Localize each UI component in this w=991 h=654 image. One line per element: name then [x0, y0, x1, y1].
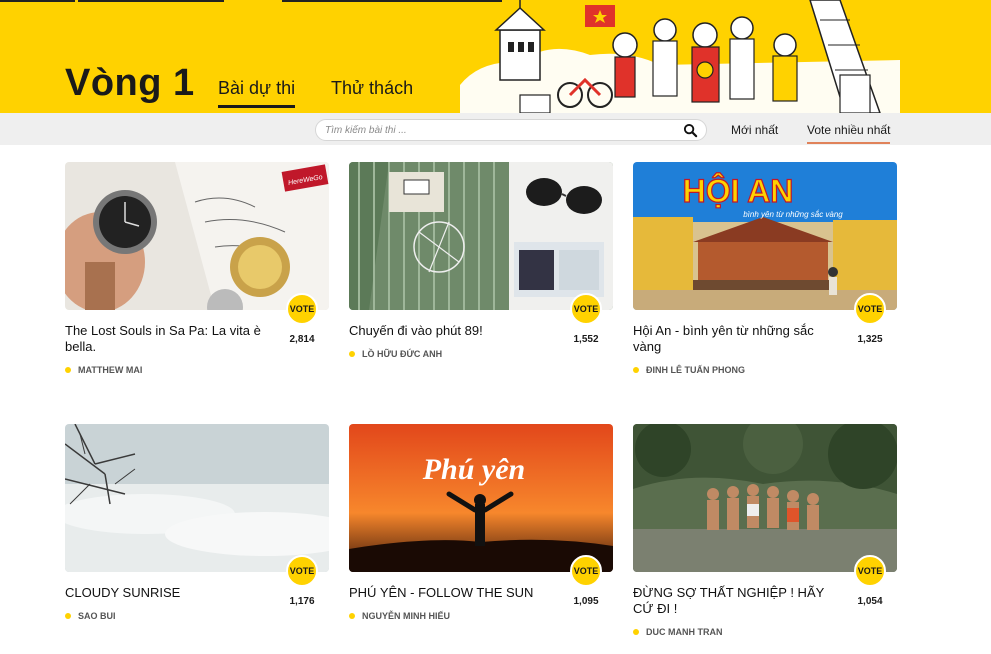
- search-icon[interactable]: [683, 123, 698, 138]
- author-dot-icon: [65, 367, 71, 373]
- author-name[interactable]: LỒ HỮU ĐỨC ANH: [362, 349, 442, 359]
- thumb-title: HỘI AN: [683, 173, 794, 209]
- tab-challenges[interactable]: Thử thách: [331, 78, 413, 99]
- thumb-title: Phú yên: [422, 453, 526, 486]
- vote-button[interactable]: VOTE: [570, 293, 602, 325]
- entry-card[interactable]: VOTE 1,552 Chuyến đi vào phút 89! LỒ HỮU…: [349, 162, 613, 382]
- top-nav-indicator: [0, 0, 75, 2]
- entry-thumbnail[interactable]: [633, 424, 897, 572]
- sort-newest[interactable]: Mới nhất: [731, 123, 778, 137]
- author-dot-icon: [349, 351, 355, 357]
- entry-card[interactable]: Phú yên VOTE 1,095 PHÚ YÊN - FOLLOW THE …: [349, 424, 613, 644]
- vote-count: 1,054: [857, 596, 883, 607]
- vote-count: 2,814: [289, 334, 315, 345]
- entry-author: DUC MANH TRAN: [633, 627, 723, 637]
- entry-author: MATTHEW MAI: [65, 365, 142, 375]
- author-dot-icon: [633, 367, 639, 373]
- vote-button[interactable]: VOTE: [854, 555, 886, 587]
- vote-count: 1,325: [857, 334, 883, 345]
- author-name[interactable]: DUC MANH TRAN: [646, 627, 723, 637]
- author-dot-icon: [349, 613, 355, 619]
- vote-button[interactable]: VOTE: [854, 293, 886, 325]
- entry-thumbnail[interactable]: Phú yên: [349, 424, 613, 572]
- vote-button[interactable]: VOTE: [570, 555, 602, 587]
- entry-title[interactable]: Chuyến đi vào phút 89!: [349, 323, 554, 339]
- round-title: Vòng 1: [65, 62, 195, 104]
- author-name[interactable]: MATTHEW MAI: [78, 365, 142, 375]
- tab-entries[interactable]: Bài dự thi: [218, 78, 296, 108]
- entry-author: ĐINH LÊ TUẤN PHONG: [633, 365, 745, 375]
- search-input[interactable]: [325, 122, 675, 138]
- entry-title[interactable]: The Lost Souls in Sa Pa: La vita è bella…: [65, 323, 270, 355]
- author-name[interactable]: ĐINH LÊ TUẤN PHONG: [646, 365, 745, 375]
- entry-author: NGUYỄN MINH HIẾU: [349, 611, 450, 621]
- entry-title[interactable]: PHÚ YÊN - FOLLOW THE SUN: [349, 585, 554, 601]
- vote-count: 1,176: [289, 596, 315, 607]
- sort-most-voted[interactable]: Vote nhiều nhất: [807, 123, 891, 144]
- author-dot-icon: [633, 629, 639, 635]
- thumb-subtitle: bình yên từ những sắc vàng: [743, 210, 843, 219]
- entry-author: SAO BUI: [65, 611, 116, 621]
- author-name[interactable]: SAO BUI: [78, 611, 116, 621]
- header-illustration: [460, 0, 900, 113]
- author-dot-icon: [65, 613, 71, 619]
- entry-card[interactable]: HỘI AN bình yên từ những sắc vàng VOTE 1…: [633, 162, 897, 382]
- entry-thumbnail[interactable]: HereWeGo: [65, 162, 329, 310]
- vote-count: 1,095: [573, 596, 599, 607]
- author-name[interactable]: NGUYỄN MINH HIẾU: [362, 611, 450, 621]
- entry-title[interactable]: CLOUDY SUNRISE: [65, 585, 270, 601]
- top-nav-indicator: [78, 0, 224, 2]
- entry-card[interactable]: VOTE 1,176 CLOUDY SUNRISE SAO BUI: [65, 424, 329, 644]
- entry-title[interactable]: ĐỪNG SỢ THẤT NGHIỆP ! HÃY CỨ ĐI !: [633, 585, 838, 617]
- top-nav-indicator: [227, 0, 279, 2]
- page-header: Vòng 1 Bài dự thi Thử thách: [0, 0, 991, 113]
- entry-card[interactable]: HereWeGo VOTE 2,814 The Lost Souls in Sa…: [65, 162, 329, 382]
- search-box: [315, 119, 707, 141]
- vote-button[interactable]: VOTE: [286, 555, 318, 587]
- entry-card[interactable]: VOTE 1,054 ĐỪNG SỢ THẤT NGHIỆP ! HÃY CỨ …: [633, 424, 897, 644]
- entry-thumbnail[interactable]: HỘI AN bình yên từ những sắc vàng: [633, 162, 897, 310]
- entry-thumbnail[interactable]: [65, 424, 329, 572]
- entry-thumbnail[interactable]: [349, 162, 613, 310]
- vote-count: 1,552: [573, 334, 599, 345]
- vote-button[interactable]: VOTE: [286, 293, 318, 325]
- entry-author: LỒ HỮU ĐỨC ANH: [349, 349, 442, 359]
- entry-title[interactable]: Hội An - bình yên từ những sắc vàng: [633, 323, 838, 355]
